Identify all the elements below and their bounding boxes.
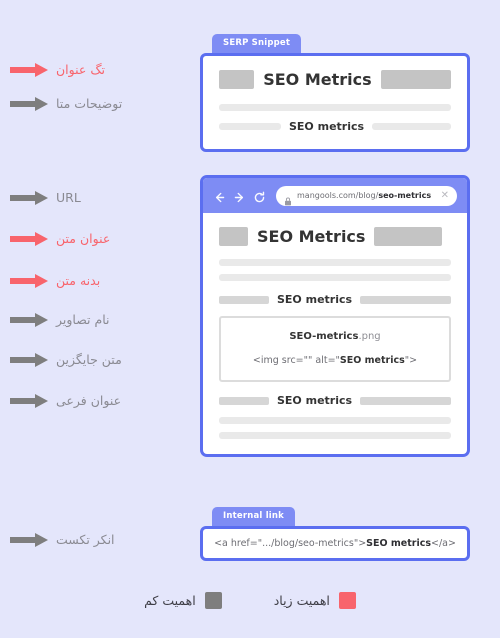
arrow-right-icon [10,231,48,246]
annotation-alt-text: متن جایگزین [10,352,190,367]
img-tag-suffix: "> [404,355,418,366]
img-tag-prefix: <img src="" alt=" [252,355,340,366]
serp-keyword-row: SEO metrics [219,120,451,133]
page-subheading-text-2: SEO metrics [277,394,353,407]
page-subheading-row: SEO metrics [219,293,451,306]
image-placeholder-box: SEO-metrics.png <img src="" alt="SEO met… [219,316,451,382]
page-body-line [219,432,451,439]
placeholder-block [360,396,451,405]
placeholder-block [219,396,269,405]
legend-item-low: اهمیت کم [144,592,222,609]
annotation-label: تگ عنوان [56,62,105,77]
placeholder-block [219,295,269,304]
legend-item-high: اهمیت زیاد [274,592,356,609]
placeholder-block [380,70,451,89]
url-prefix: mangools.com/blog/ [297,191,379,200]
page-heading-row: SEO Metrics [219,227,451,246]
annotation-meta-description: توضیحات متا [10,96,190,111]
browser-url-text: mangools.com/blog/seo-metrics [297,191,431,200]
annotation-label: URL [56,190,81,205]
annotation-label: عنوان فرعی [56,393,122,408]
placeholder-block [219,70,255,89]
arrow-right-icon [10,312,48,327]
placeholder-block [372,123,451,130]
placeholder-block [219,123,281,130]
serp-title-row: SEO Metrics [219,70,451,89]
page-subheading-text: SEO metrics [277,293,353,306]
image-filename-ext: .png [358,331,381,342]
annotation-label: متن جایگزین [56,352,122,367]
serp-keyword-text: SEO metrics [289,120,365,133]
arrow-right-icon [10,352,48,367]
arrow-right-icon [10,393,48,408]
legend-swatch-low [204,592,222,609]
url-slug: seo-metrics [378,191,432,200]
browser-page-content: SEO Metrics SEO metrics SEO-metrics.png … [203,213,467,454]
annotation-anchor-text: انکر تکست [10,532,190,547]
annotation-image-filename: نام تصاویر [10,312,190,327]
placeholder-block [219,227,248,246]
page-body-line [219,417,451,424]
image-alt-tag: <img src="" alt="SEO metrics"> [231,355,439,366]
annotation-label: انکر تکست [56,532,115,547]
close-icon[interactable]: ✕ [441,190,449,201]
page-body-line [219,259,451,266]
annotation-subheading: عنوان فرعی [10,393,190,408]
legend-label-high: اهمیت زیاد [273,593,330,608]
arrow-right-icon [10,273,48,288]
legend-swatch-high [338,592,356,609]
browser-toolbar: mangools.com/blog/seo-metrics ✕ [203,178,467,213]
placeholder-block [360,295,451,304]
annotation-label: توضیحات متا [56,96,123,111]
anchor-code: <a href=".../blog/seo-metrics">SEO metri… [213,538,457,549]
placeholder-block [374,227,443,246]
arrow-left-icon[interactable] [213,189,226,203]
annotation-label: نام تصاویر [56,312,110,327]
annotation-title-tag: تگ عنوان [10,62,190,77]
legend: اهمیت زیاد اهمیت کم [0,592,500,609]
internal-link-tab: Internal link [212,507,296,526]
anchor-code-prefix: <a href=".../blog/seo-metrics"> [214,538,367,549]
serp-snippet-panel: SERP Snippet SEO Metrics SEO metrics [200,30,470,152]
serp-description-line [219,104,451,111]
browser-url-field[interactable]: mangools.com/blog/seo-metrics ✕ [276,185,457,206]
internal-link-panel: Internal link <a href=".../blog/seo-metr… [200,503,470,561]
page-subheading-row-2: SEO metrics [219,394,451,407]
arrow-right-icon[interactable] [233,189,246,203]
annotation-url: URL [10,190,190,205]
image-filename-base: SEO-metrics [289,331,359,342]
legend-label-low: اهمیت کم [144,593,196,608]
arrow-right-icon [10,532,48,547]
page-heading-text: SEO Metrics [257,227,366,246]
arrow-right-icon [10,62,48,77]
anchor-code-text: SEO metrics [366,538,431,549]
annotation-label: عنوان متن [56,231,111,246]
annotation-label: بدنه متن [56,273,101,288]
lock-icon [284,191,292,206]
image-filename: SEO-metrics.png [231,331,439,342]
arrow-right-icon [10,190,48,205]
serp-snippet-tab: SERP Snippet [212,34,302,53]
browser-window: mangools.com/blog/seo-metrics ✕ SEO Metr… [200,175,470,457]
annotation-body-text: بدنه متن [10,273,190,288]
anchor-code-suffix: </a> [430,538,456,549]
img-tag-alt-value: SEO metrics [339,355,405,366]
annotation-page-heading: عنوان متن [10,231,190,246]
internal-link-body: <a href=".../blog/seo-metrics">SEO metri… [200,526,470,561]
serp-snippet-body: SEO Metrics SEO metrics [200,53,470,152]
page-body-line [219,274,451,281]
reload-icon[interactable] [253,189,266,203]
serp-title-text: SEO Metrics [263,70,372,89]
arrow-right-icon [10,96,48,111]
